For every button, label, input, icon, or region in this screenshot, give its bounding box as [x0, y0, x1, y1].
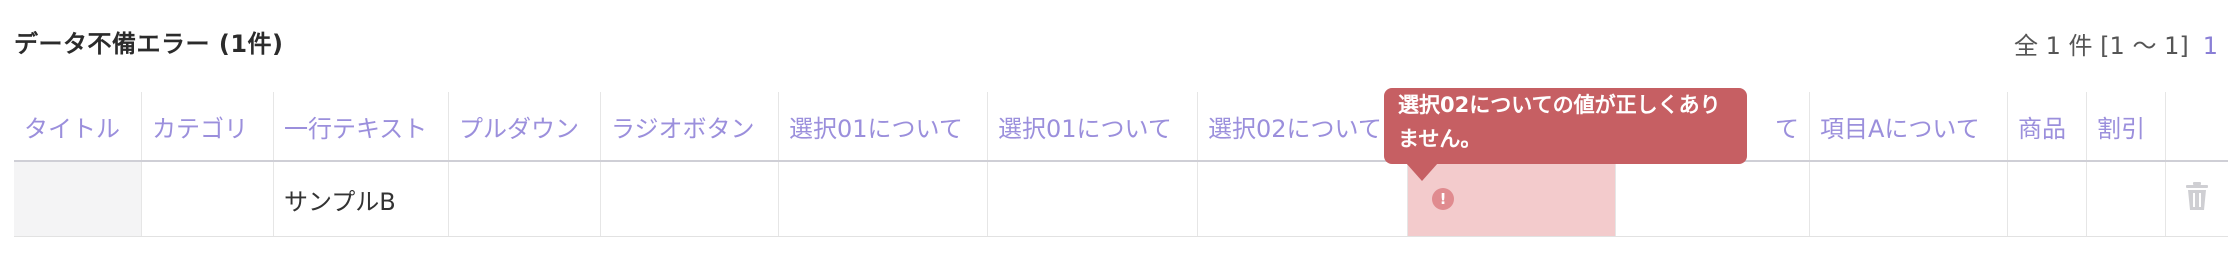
- page-title: データ不備エラー (1件): [14, 30, 284, 58]
- table-cell-product[interactable]: [2008, 162, 2087, 236]
- table-cell-category[interactable]: [142, 162, 274, 236]
- column-header-category[interactable]: カテゴリ: [142, 92, 274, 160]
- table-cell-item-a[interactable]: [1810, 162, 2008, 236]
- pager-summary: 全 1 件 [1 〜 1]: [2014, 32, 2189, 60]
- column-header-pulldown[interactable]: プルダウン: [449, 92, 601, 160]
- column-header-title[interactable]: タイトル: [14, 92, 142, 160]
- table-cell-select02[interactable]: [1198, 162, 1408, 236]
- table-header-row: タイトル カテゴリ 一行テキスト プルダウン ラジオボタン 選択01について 選…: [14, 92, 2228, 162]
- column-header-item-a[interactable]: 項目Aについて: [1810, 92, 2008, 160]
- column-header-discount[interactable]: 割引: [2087, 92, 2166, 160]
- column-header-select01-b[interactable]: 選択01について: [988, 92, 1198, 160]
- table-cell-select01-a[interactable]: [779, 162, 988, 236]
- table-cell-partial[interactable]: [1616, 162, 1810, 236]
- table-cell-actions: [2166, 162, 2228, 236]
- table-row: サンプルB !: [14, 162, 2228, 237]
- table-cell-error[interactable]: !: [1408, 162, 1616, 236]
- column-header-actions: [2166, 92, 2228, 160]
- table-cell-discount[interactable]: [2087, 162, 2166, 236]
- error-tooltip-message: 選択02についての値が正しくありません。: [1398, 93, 1721, 151]
- column-header-product[interactable]: 商品: [2008, 92, 2087, 160]
- page-link-1[interactable]: 1: [2203, 32, 2218, 60]
- exclamation-circle-icon[interactable]: !: [1432, 188, 1454, 210]
- error-tooltip-arrow: [1406, 163, 1438, 181]
- table-cell-select01-b[interactable]: [988, 162, 1198, 236]
- column-header-select01-a[interactable]: 選択01について: [779, 92, 988, 160]
- table-cell-pulldown[interactable]: [449, 162, 601, 236]
- column-header-select02[interactable]: 選択02について: [1198, 92, 1408, 160]
- trash-icon[interactable]: [2184, 181, 2210, 217]
- pagination: 全 1 件 [1 〜 1] 1: [2014, 26, 2218, 61]
- column-header-radio-button[interactable]: ラジオボタン: [601, 92, 779, 160]
- table-cell-radio-button[interactable]: [601, 162, 779, 236]
- table-cell-title[interactable]: [14, 162, 142, 236]
- error-table: タイトル カテゴリ 一行テキスト プルダウン ラジオボタン 選択01について 選…: [14, 92, 2228, 237]
- table-cell-single-line-text[interactable]: サンプルB: [274, 162, 449, 236]
- column-header-single-line-text[interactable]: 一行テキスト: [274, 92, 449, 160]
- error-tooltip: 選択02についての値が正しくありません。: [1384, 88, 1747, 164]
